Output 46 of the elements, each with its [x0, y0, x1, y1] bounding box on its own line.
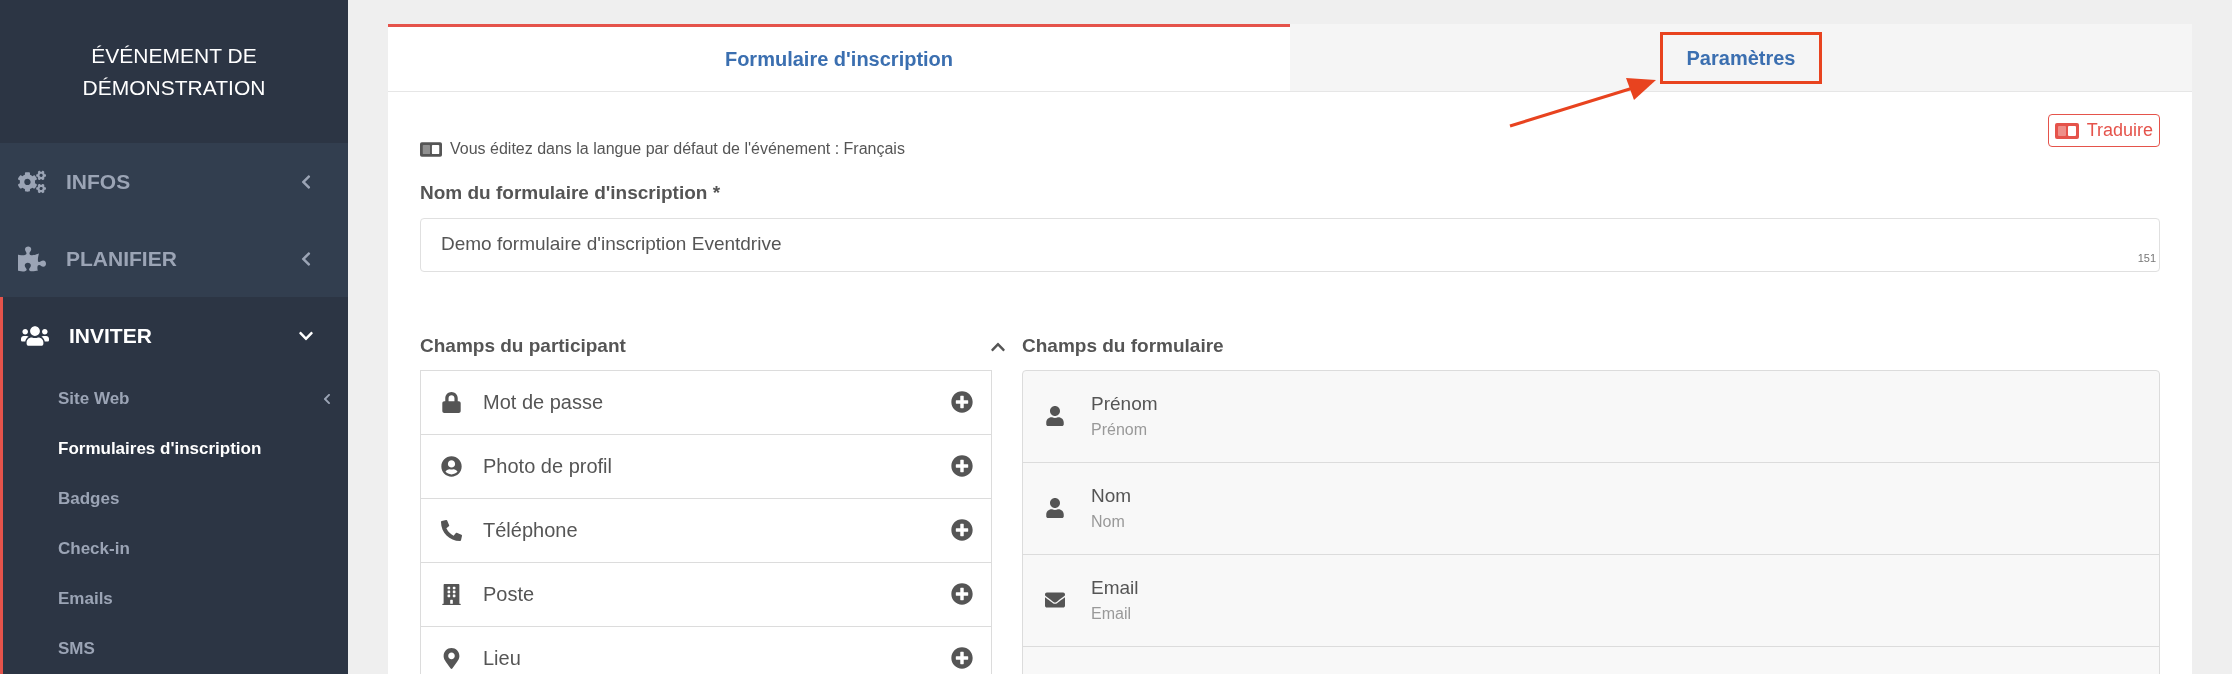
add-icon[interactable] — [951, 391, 973, 413]
participant-field-row[interactable]: Photo de profil — [421, 434, 991, 499]
add-icon[interactable] — [951, 647, 973, 669]
tab[interactable]: Paramètres — [1290, 24, 2192, 91]
section-title: Champs du formulaire — [1022, 334, 1224, 359]
sidebar-section[interactable]: INFOS — [0, 143, 348, 220]
field-placeholder: Nom — [1091, 512, 1126, 533]
translate-icon — [420, 141, 442, 157]
user-icon — [1045, 406, 1065, 426]
user-icon — [1045, 498, 1065, 518]
building-icon — [440, 583, 462, 605]
envelope-icon — [1045, 590, 1065, 610]
sidebar-item[interactable]: Emails — [3, 574, 348, 624]
participant-field-row[interactable]: Lieu — [421, 626, 991, 674]
sidebar-item[interactable]: Formulaires d'inscription — [3, 424, 348, 474]
character-counter: 151 — [2137, 251, 2156, 266]
form-field-row[interactable]: Nom Nom — [1023, 462, 2159, 555]
sidebar-item[interactable]: Badges — [3, 474, 348, 524]
field-placeholder: Email — [1091, 604, 1132, 625]
participant-field-row[interactable]: Mot de passe — [421, 370, 991, 435]
sidebar-section[interactable]: PLANIFIER — [0, 220, 348, 297]
puzzle-icon — [18, 244, 46, 273]
form-name-field[interactable]: Demo formulaire d'inscription Eventdrive 151 — [420, 217, 2160, 272]
sidebar-item[interactable]: Site Web — [3, 374, 348, 424]
sidebar-item[interactable]: Check-in — [3, 524, 348, 574]
language-note: Vous éditez dans la langue par défaut de l'événement : Français — [450, 139, 905, 159]
add-icon[interactable] — [951, 519, 973, 541]
phone-icon — [440, 519, 462, 541]
lock-icon — [440, 391, 462, 413]
event-title: ÉVÉNEMENT DE DÉMONSTRATION — [81, 42, 267, 101]
add-icon[interactable] — [951, 583, 973, 605]
sidebar-section[interactable]: INVITER — [3, 297, 348, 374]
field-name: Email — [1091, 575, 1139, 600]
form-field-row[interactable]: Email Email — [1023, 554, 2159, 647]
field-name: Nom — [1091, 483, 1132, 508]
sidebar-item[interactable]: SMS — [3, 624, 348, 674]
form-field-row[interactable]: Prénom Prénom — [1023, 370, 2159, 463]
field-label: Nom du formulaire d'inscription * — [420, 181, 722, 205]
participant-field-row[interactable]: Téléphone — [421, 498, 991, 563]
participant-field-row[interactable]: Poste — [421, 562, 991, 627]
section-title: Champs du participant — [420, 334, 626, 359]
add-icon[interactable] — [951, 455, 973, 477]
translate-button[interactable]: Traduire — [2047, 114, 2160, 147]
translate-icon — [2054, 122, 2079, 139]
field-name: Prénom — [1091, 391, 1158, 416]
field-placeholder: Prénom — [1091, 420, 1149, 441]
